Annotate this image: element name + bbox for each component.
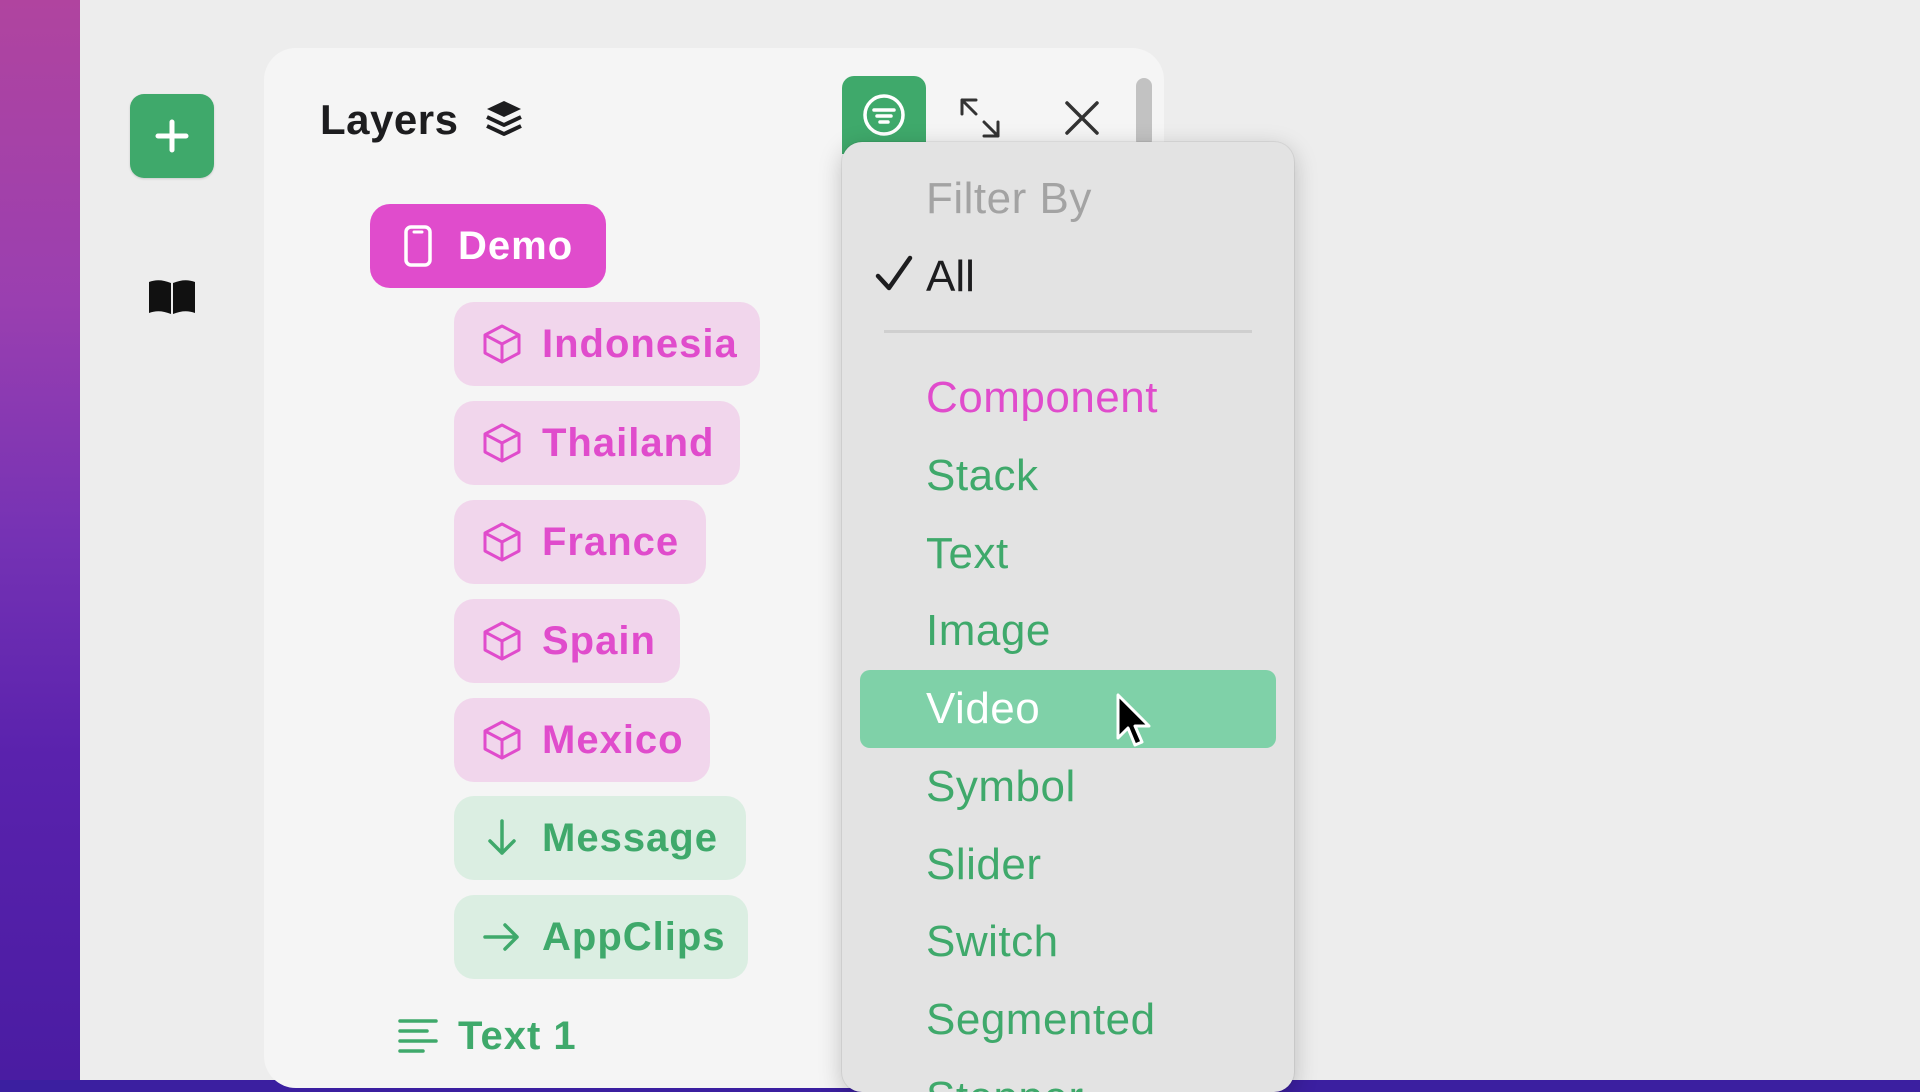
plus-icon [155, 119, 189, 153]
layer-item-demo[interactable]: Demo [370, 204, 606, 288]
menu-item-segmented[interactable]: Segmented [860, 981, 1276, 1059]
menu-item-symbol[interactable]: Symbol [860, 748, 1276, 826]
cube-icon [480, 619, 524, 663]
menu-item-all[interactable]: All [926, 252, 975, 302]
menu-item-video[interactable]: Video [860, 670, 1276, 748]
layer-label: Thailand [542, 420, 715, 465]
cube-icon [480, 421, 524, 465]
menu-item-stepper[interactable]: Stepper [860, 1059, 1276, 1092]
menu-item-slider[interactable]: Slider [860, 826, 1276, 904]
layer-item-spain[interactable]: Spain [454, 599, 680, 683]
filter-dropdown-menu: Filter By All Component Stack Text Image… [842, 142, 1294, 1092]
add-button[interactable] [130, 94, 214, 178]
layer-label: Message [542, 815, 718, 860]
book-icon[interactable] [147, 276, 197, 316]
layer-label: Indonesia [542, 321, 738, 366]
cube-icon [480, 718, 524, 762]
panel-title: Layers [320, 96, 459, 143]
layer-item-thailand[interactable]: Thailand [454, 401, 740, 485]
cube-icon [480, 520, 524, 564]
layer-label: Text 1 [458, 1013, 577, 1058]
menu-header: Filter By [926, 174, 1092, 223]
filter-icon [863, 94, 905, 136]
layer-item-appclips[interactable]: AppClips [454, 895, 748, 979]
layer-label: Mexico [542, 717, 684, 762]
layer-label: Demo [458, 223, 574, 268]
layers-icon [486, 101, 522, 136]
menu-item-text[interactable]: Text [860, 515, 1276, 593]
menu-separator [884, 330, 1252, 333]
arrow-down-icon [480, 816, 524, 860]
layer-label: France [542, 519, 680, 564]
layer-item-message[interactable]: Message [454, 796, 746, 880]
layer-item-text-1[interactable]: Text 1 [370, 994, 630, 1078]
menu-item-switch[interactable]: Switch [860, 903, 1276, 981]
arrow-right-icon [480, 915, 524, 959]
layer-item-indonesia[interactable]: Indonesia [454, 302, 760, 386]
layer-item-france[interactable]: France [454, 500, 706, 584]
layer-item-mexico[interactable]: Mexico [454, 698, 710, 782]
expand-icon[interactable] [958, 96, 1002, 140]
phone-icon [396, 224, 440, 268]
text-lines-icon [396, 1014, 440, 1058]
scrollbar-thumb[interactable] [1136, 78, 1152, 148]
layer-label: Spain [542, 618, 656, 663]
checkmark-icon [875, 255, 913, 291]
menu-item-image[interactable]: Image [860, 592, 1276, 670]
desktop-wallpaper [0, 0, 80, 1080]
menu-item-stack[interactable]: Stack [860, 437, 1276, 515]
cube-icon [480, 322, 524, 366]
layer-label: AppClips [542, 914, 726, 959]
menu-item-component[interactable]: Component [860, 359, 1276, 437]
close-icon[interactable] [1062, 98, 1102, 138]
